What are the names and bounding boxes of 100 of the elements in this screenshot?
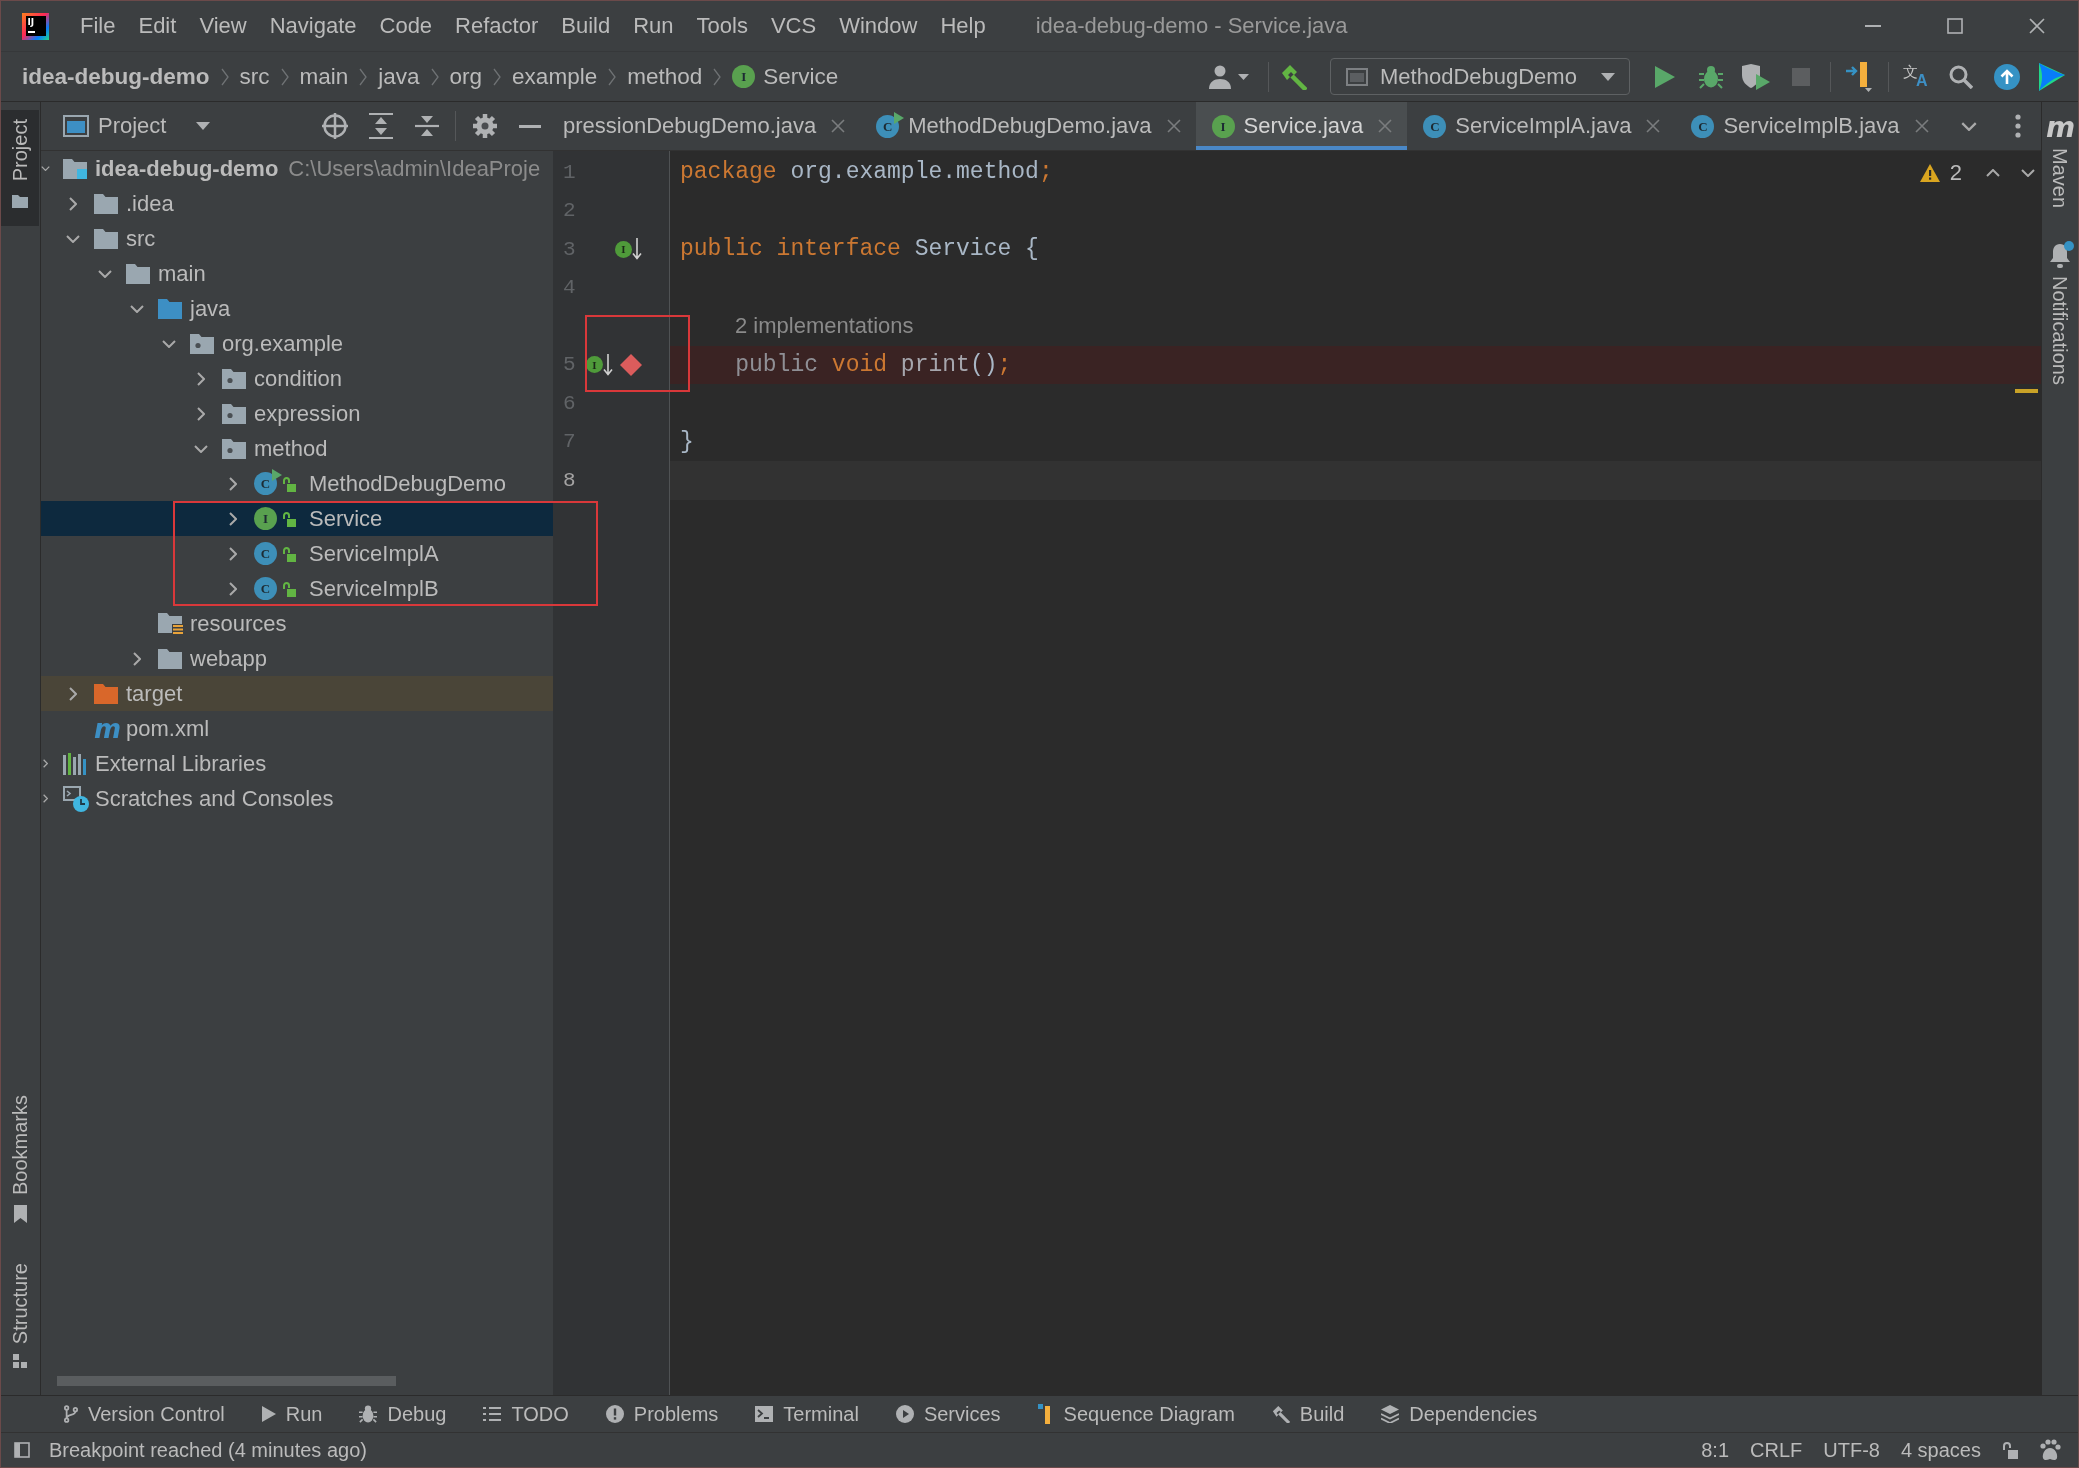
breadcrumb-item[interactable]: example bbox=[512, 63, 598, 90]
tree-item[interactable]: main bbox=[41, 256, 553, 291]
tree-item[interactable]: idea-debug-demo C:\Users\admin\IdeaProje bbox=[41, 151, 553, 186]
bug-icon[interactable] bbox=[1699, 64, 1723, 89]
breadcrumb-item[interactable]: main bbox=[299, 63, 349, 90]
menu-item[interactable]: Run bbox=[633, 13, 674, 39]
editor-tab[interactable]: I Service.java bbox=[1195, 102, 1408, 150]
editor-tab[interactable]: pressionDebugDemo.java bbox=[553, 102, 861, 150]
collapse-all-icon[interactable] bbox=[415, 113, 439, 139]
run-icon[interactable] bbox=[1655, 65, 1675, 88]
tool-window-button[interactable]: Services bbox=[895, 1402, 1001, 1426]
minimize-icon[interactable] bbox=[519, 124, 541, 128]
search-icon[interactable] bbox=[1949, 64, 1973, 89]
breakpoint-icon[interactable] bbox=[620, 353, 642, 376]
tree-item[interactable]: External Libraries bbox=[41, 746, 553, 781]
view-dropdown[interactable]: Project bbox=[98, 113, 211, 139]
menu-item[interactable]: Build bbox=[561, 13, 611, 39]
tool-window-button[interactable]: Sequence Diagram bbox=[1037, 1402, 1235, 1426]
shield-play-icon[interactable] bbox=[1742, 63, 1770, 90]
tree-item[interactable]: I Service bbox=[41, 501, 553, 536]
close-icon[interactable] bbox=[2029, 18, 2045, 34]
more-icon[interactable] bbox=[2015, 114, 2021, 138]
chevron-down-icon[interactable] bbox=[2021, 169, 2035, 177]
tree-item[interactable]: java bbox=[41, 291, 553, 326]
padlock-icon[interactable] bbox=[2002, 1441, 2018, 1459]
tool-window-button[interactable]: Run bbox=[261, 1402, 323, 1426]
tool-window-button[interactable]: Terminal bbox=[755, 1402, 859, 1426]
chevron-right-icon[interactable] bbox=[229, 476, 237, 491]
tool-window-button[interactable]: Notifications bbox=[2050, 244, 2070, 385]
tree-item[interactable]: method bbox=[41, 431, 553, 466]
tool-window-button[interactable]: TODO bbox=[483, 1402, 569, 1426]
tool-window-button[interactable]: Structure bbox=[1, 1254, 39, 1376]
menu-item[interactable]: View bbox=[199, 13, 247, 39]
tree-item[interactable]: C ServiceImplB bbox=[41, 571, 553, 606]
crosshair-icon[interactable] bbox=[322, 113, 348, 139]
arrow-down-icon[interactable] bbox=[632, 238, 642, 261]
person-dropdown-icon[interactable] bbox=[1209, 64, 1249, 89]
maximize-icon[interactable] bbox=[1947, 18, 1963, 34]
menu-item[interactable]: Refactor bbox=[455, 13, 539, 39]
tool-window-button[interactable]: Build bbox=[1271, 1402, 1345, 1426]
warning-icon[interactable] bbox=[1919, 164, 1940, 182]
menu-item[interactable]: VCS bbox=[770, 13, 817, 39]
close-icon[interactable] bbox=[1914, 119, 1929, 133]
tree-item[interactable]: target bbox=[41, 676, 553, 711]
chevron-down-icon[interactable] bbox=[40, 166, 50, 171]
tree-item[interactable]: C ServiceImplA bbox=[41, 536, 553, 571]
tool-window-button[interactable]: Problems bbox=[605, 1402, 719, 1426]
tree-item[interactable]: src bbox=[41, 221, 553, 256]
settings-icon[interactable] bbox=[472, 113, 498, 139]
close-icon[interactable] bbox=[831, 119, 846, 133]
chevron-right-icon[interactable] bbox=[197, 406, 205, 421]
status-widget[interactable]: UTF-8 bbox=[1823, 1438, 1880, 1462]
chevron-down-icon[interactable] bbox=[194, 444, 208, 453]
inlay-hint[interactable]: 2 implementations bbox=[735, 313, 914, 340]
editor-tab[interactable]: C MethodDebugDemo.java bbox=[860, 102, 1196, 150]
editor-tab[interactable]: C ServiceImplB.java bbox=[1675, 102, 1944, 150]
menu-item[interactable]: Window bbox=[839, 13, 918, 39]
chevron-right-icon[interactable] bbox=[229, 546, 237, 561]
chevron-right-icon[interactable] bbox=[69, 196, 77, 211]
tool-window-button[interactable]: Debug bbox=[359, 1402, 447, 1426]
paw-icon[interactable] bbox=[2039, 1439, 2061, 1461]
chevron-right-icon[interactable] bbox=[42, 794, 48, 803]
chevron-right-icon[interactable] bbox=[229, 581, 237, 596]
arrow-bar-icon[interactable] bbox=[1846, 61, 1872, 92]
chevron-down-icon[interactable] bbox=[162, 339, 176, 348]
chevron-right-icon[interactable] bbox=[197, 371, 205, 386]
translate-button[interactable]: 文A bbox=[1903, 63, 1929, 90]
chevron-up-icon[interactable] bbox=[1986, 169, 2000, 177]
tool-window-button[interactable]: m Maven bbox=[2045, 116, 2075, 209]
chevron-down-icon[interactable] bbox=[98, 269, 112, 278]
chevron-right-icon[interactable] bbox=[42, 759, 48, 768]
tree-item[interactable]: m pom.xml bbox=[41, 711, 553, 746]
panel-toggle-icon[interactable] bbox=[14, 1442, 30, 1458]
chevron-right-icon[interactable] bbox=[133, 651, 141, 666]
chevron-down-icon[interactable] bbox=[1961, 121, 1977, 131]
tree-item[interactable]: resources bbox=[41, 606, 553, 641]
status-widget[interactable]: CRLF bbox=[1750, 1438, 1803, 1462]
menu-item[interactable]: Edit bbox=[138, 13, 177, 39]
breadcrumb-item[interactable]: java bbox=[378, 63, 420, 90]
menu-item[interactable]: Code bbox=[379, 13, 433, 39]
menu-item[interactable]: Help bbox=[940, 13, 986, 39]
menu-item[interactable]: File bbox=[80, 13, 116, 39]
tool-window-button[interactable]: Version Control bbox=[64, 1402, 225, 1426]
chevron-down-icon[interactable] bbox=[66, 234, 80, 243]
hammer-icon[interactable] bbox=[1281, 63, 1307, 90]
breadcrumb-item[interactable]: I Service bbox=[732, 63, 839, 90]
close-icon[interactable] bbox=[1166, 119, 1181, 133]
status-widget[interactable]: 4 spaces bbox=[1900, 1438, 1981, 1462]
chevron-down-icon[interactable] bbox=[130, 304, 144, 313]
tree-item[interactable]: webapp bbox=[41, 641, 553, 676]
interface-badge[interactable]: I bbox=[615, 240, 632, 258]
horizontal-scrollbar[interactable] bbox=[57, 1376, 396, 1386]
tree-item[interactable]: Scratches and Consoles bbox=[41, 781, 553, 816]
status-widget[interactable]: 8:1 bbox=[1701, 1438, 1730, 1462]
arrow-up-circle-icon[interactable] bbox=[1994, 63, 2020, 90]
tree-item[interactable]: condition bbox=[41, 361, 553, 396]
expand-all-icon[interactable] bbox=[369, 113, 393, 139]
breadcrumb-item[interactable]: method bbox=[627, 63, 703, 90]
editor-tab[interactable]: C ServiceImplA.java bbox=[1407, 102, 1676, 150]
tree-item[interactable]: org.example bbox=[41, 326, 553, 361]
